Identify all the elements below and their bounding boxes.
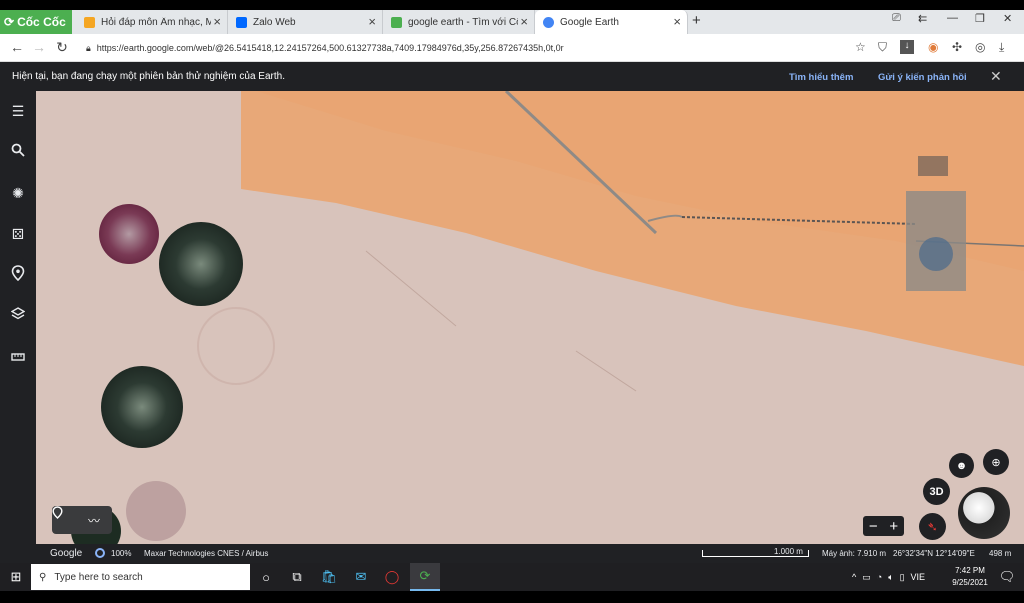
lock-icon: 🔒︎: [86, 42, 91, 53]
scale-label: 1.000 m: [774, 547, 803, 556]
menu-icon[interactable]: ☰: [8, 101, 28, 121]
search-placeholder: Type here to search: [54, 571, 143, 583]
bookmark-star-icon[interactable]: ☆: [855, 40, 866, 54]
load-percent: 100%: [111, 549, 132, 558]
coccoc-taskbar-icon[interactable]: ⟳: [410, 563, 440, 591]
tab-hoidap[interactable]: Hỏi đáp môn Âm nhạc, Mỹ t ×: [76, 10, 228, 34]
camera-altitude: Máy ảnh: 7.910 m: [822, 549, 887, 558]
feeling-lucky-icon[interactable]: ⚄: [8, 224, 28, 244]
loading-indicator-icon: [95, 548, 105, 558]
url-text: https://earth.google.com/web/@26.5415418…: [96, 43, 564, 53]
hoidap-favicon-icon: [84, 16, 95, 28]
elevation: 498 m: [989, 549, 1012, 558]
screen-border: [0, 591, 1024, 603]
back-to-tab-icon[interactable]: ⇇: [918, 12, 927, 25]
tab-title: Google Earth: [560, 16, 619, 28]
tab-google-earth[interactable]: Google Earth ×: [535, 10, 688, 34]
battery-icon[interactable]: ▭: [862, 572, 871, 583]
earth-sidebar: ☰ ✺ ⚄: [0, 91, 36, 544]
back-icon[interactable]: ←: [8, 39, 26, 55]
wifi-icon[interactable]: ◔: [877, 572, 882, 583]
search-icon[interactable]: [8, 142, 28, 162]
brand-label: Cốc Cốc: [17, 15, 66, 29]
windows-start-icon[interactable]: ⊞: [5, 567, 27, 587]
tab-title: Hỏi đáp môn Âm nhạc, Mỹ t: [101, 16, 211, 28]
coccoc-menu-button[interactable]: ⟳ Cốc Cốc: [0, 10, 72, 34]
projects-icon[interactable]: [8, 265, 28, 285]
compass-icon[interactable]: ➴: [919, 513, 946, 540]
store-icon[interactable]: 🛍︎: [318, 567, 340, 587]
tab-search-icon[interactable]: ⎚: [892, 12, 901, 25]
close-tab-icon[interactable]: ×: [673, 14, 681, 29]
tab-title: Zalo Web: [253, 16, 296, 28]
browser-tab-bar: ⟳ Cốc Cốc Hỏi đáp môn Âm nhạc, Mỹ t × Za…: [0, 10, 1024, 34]
close-banner-icon[interactable]: ✕: [990, 68, 1002, 85]
close-tab-icon[interactable]: ×: [368, 14, 376, 29]
mail-icon[interactable]: ✉: [350, 567, 372, 587]
forward-icon[interactable]: →: [30, 39, 48, 55]
new-tab-button[interactable]: +: [692, 12, 701, 29]
close-tab-icon[interactable]: ×: [520, 14, 528, 29]
screen-border: [0, 0, 1024, 10]
minimize-icon[interactable]: —: [947, 12, 958, 24]
coccoc-logo-icon: ⟳: [4, 15, 15, 29]
notifications-icon[interactable]: 🗨︎: [996, 567, 1018, 587]
trial-banner: Hiện tại, bạn đang chạy một phiên bản th…: [0, 62, 1024, 91]
tab-title: google earth - Tìm với Cốc C: [408, 16, 518, 28]
tab-google-search[interactable]: google earth - Tìm với Cốc C ×: [383, 10, 535, 34]
google-logo: Google: [50, 548, 83, 559]
downloads-icon[interactable]: ⤓: [999, 40, 1004, 55]
clock-date: 9/25/2021: [952, 578, 988, 587]
my-location-icon[interactable]: ⊕: [983, 449, 1009, 475]
map-status-bar: Google 100% Maxar Technologies CNES / Ai…: [0, 544, 1024, 563]
measure-icon[interactable]: [8, 347, 28, 367]
feedback-link[interactable]: Gửi ý kiến phản hồi: [878, 72, 967, 83]
earth-favicon-icon: [543, 16, 554, 28]
toggle-3d-button[interactable]: 3D: [923, 478, 950, 505]
address-bar: ← → ↻ 🔒︎ https://earth.google.com/web/@2…: [0, 34, 1024, 62]
url-field[interactable]: 🔒︎ https://earth.google.com/web/@26.5415…: [86, 39, 846, 57]
map-style-icon[interactable]: [8, 306, 28, 326]
restore-icon[interactable]: ❐: [975, 12, 985, 25]
zoom-controls: − +: [863, 516, 904, 536]
learn-more-link[interactable]: Tìm hiểu thêm: [789, 72, 853, 83]
reload-icon[interactable]: ↻: [53, 39, 71, 56]
language-indicator[interactable]: VIE: [911, 572, 926, 583]
opera-icon[interactable]: ◯: [381, 567, 403, 587]
close-window-icon[interactable]: ✕: [1003, 12, 1012, 25]
task-view-icon[interactable]: ⧉: [286, 567, 308, 587]
puzzle-icon[interactable]: ✣: [952, 40, 962, 54]
windows-taskbar: ⊞ ⚲ Type here to search ○ ⧉ 🛍︎ ✉ ◯ ⟳ ^ ▭…: [0, 563, 1024, 591]
imagery-credits: Maxar Technologies CNES / Airbus: [144, 549, 269, 558]
voyager-icon[interactable]: ✺: [8, 183, 28, 203]
drawing-tools: 〰: [52, 506, 112, 534]
globe-navigator-icon[interactable]: [958, 487, 1010, 539]
volume-icon[interactable]: 🔈︎: [888, 572, 893, 583]
cursor-coordinates: 26°32'34"N 12°14'09"E: [893, 549, 975, 558]
chevron-up-icon[interactable]: ^: [852, 572, 856, 583]
cortana-icon[interactable]: ○: [255, 567, 277, 587]
zalo-favicon-icon: [236, 16, 247, 28]
shield-icon[interactable]: ⛉: [878, 40, 887, 55]
extension-icon[interactable]: ◉: [928, 40, 938, 54]
search-icon: ⚲: [39, 571, 47, 583]
zoom-out-button[interactable]: −: [869, 518, 878, 535]
zoom-in-button[interactable]: +: [889, 518, 898, 535]
download-video-icon[interactable]: ↓: [900, 40, 914, 54]
profile-icon[interactable]: ◎: [975, 40, 985, 54]
clock[interactable]: 7:42 PM 9/25/2021: [950, 566, 990, 587]
banner-message: Hiện tại, bạn đang chạy một phiên bản th…: [12, 71, 285, 82]
tab-zalo[interactable]: Zalo Web ×: [228, 10, 383, 34]
device-icon[interactable]: ▯: [900, 572, 905, 583]
satellite-imagery: [36, 91, 1024, 544]
draw-line-icon[interactable]: 〰: [88, 512, 100, 529]
street-view-pegman-icon[interactable]: ☻: [949, 453, 974, 478]
system-tray: ^ ▭ ◔ 🔈︎ ▯ VIE: [852, 572, 925, 583]
taskbar-search-box[interactable]: ⚲ Type here to search: [31, 564, 250, 590]
satellite-map-view[interactable]: 〰: [36, 91, 1024, 544]
clock-time: 7:42 PM: [955, 566, 985, 575]
coccoc-favicon-icon: [391, 16, 402, 28]
close-tab-icon[interactable]: ×: [213, 14, 221, 29]
